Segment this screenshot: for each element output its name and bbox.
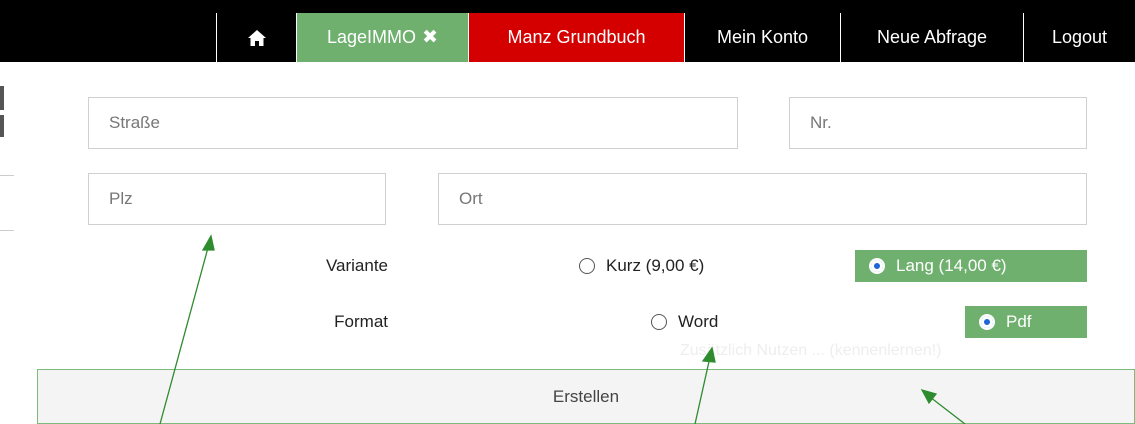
nav-home[interactable]: [216, 13, 296, 62]
top-navbar: LageIMMO ✖ Manz Grundbuch Mein Konto Neu…: [0, 0, 1135, 62]
city-input[interactable]: [438, 173, 1087, 225]
radio-format-word-label: Word: [678, 312, 719, 331]
radio-variante-lang-label: Lang (14,00 €): [896, 256, 1007, 275]
left-edge-divider: [0, 175, 14, 176]
main-nav: LageIMMO ✖ Manz Grundbuch Mein Konto Neu…: [216, 13, 1135, 62]
radio-button-selected-icon: [869, 258, 885, 274]
radio-format-word[interactable]: Word: [651, 306, 718, 338]
zip-input[interactable]: [88, 173, 386, 225]
annotation-arrowhead: [201, 234, 215, 251]
nav-item-logout-label: Logout: [1051, 27, 1108, 47]
nav-tab-manz-grundbuch[interactable]: Manz Grundbuch: [468, 13, 684, 62]
nav-tab-lageimmo[interactable]: LageIMMO ✖: [296, 13, 468, 62]
radio-variante-kurz[interactable]: Kurz (9,00 €): [579, 250, 704, 282]
radio-button-icon: [579, 258, 595, 274]
house-number-input[interactable]: [789, 97, 1087, 149]
close-icon[interactable]: ✖: [422, 26, 438, 49]
nav-item-neue-abfrage-label: Neue Abfrage: [876, 27, 988, 47]
home-icon: [247, 29, 266, 46]
left-edge-divider: [0, 230, 14, 231]
radio-format-pdf[interactable]: Pdf: [965, 306, 1087, 338]
street-input[interactable]: [88, 97, 738, 149]
nav-tab-lageimmo-label: LageIMMO: [327, 27, 417, 47]
radio-button-icon: [651, 314, 667, 330]
nav-item-mein-konto-label: Mein Konto: [716, 27, 809, 47]
radio-button-selected-icon: [979, 314, 995, 330]
format-label: Format: [334, 312, 388, 331]
radio-variante-kurz-label: Kurz (9,00 €): [606, 256, 705, 275]
nav-item-mein-konto[interactable]: Mein Konto: [684, 13, 840, 62]
faint-hint-text: Zusätzlich Nutzen ... (kennenlernen!): [680, 342, 942, 359]
variante-label: Variante: [325, 256, 388, 275]
nav-tab-manz-grundbuch-label: Manz Grundbuch: [507, 27, 646, 47]
erstellen-button[interactable]: Erstellen: [37, 369, 1135, 424]
nav-item-neue-abfrage[interactable]: Neue Abfrage: [840, 13, 1023, 62]
left-edge-mark: [0, 115, 4, 137]
left-edge-mark: [0, 86, 4, 110]
nav-item-logout[interactable]: Logout: [1023, 13, 1135, 62]
radio-variante-lang[interactable]: Lang (14,00 €): [855, 250, 1087, 282]
radio-format-pdf-label: Pdf: [1006, 312, 1032, 331]
